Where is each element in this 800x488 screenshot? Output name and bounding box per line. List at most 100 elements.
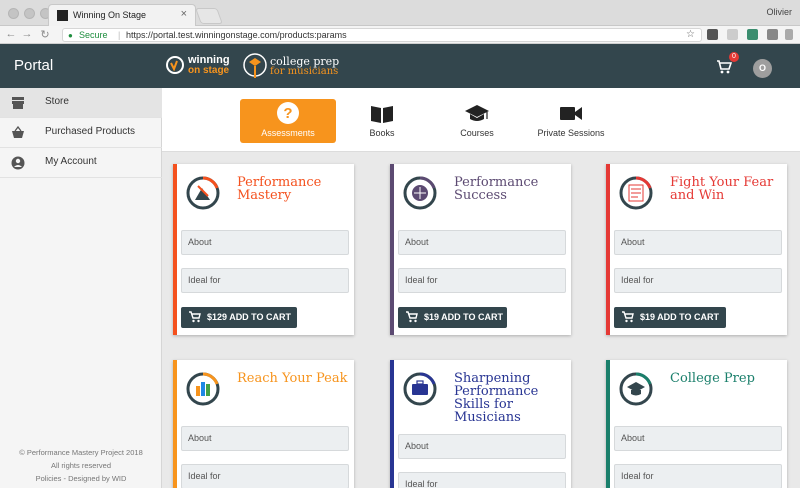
ideal-for-label: Ideal for bbox=[188, 275, 221, 285]
shopping-cart-icon[interactable] bbox=[716, 60, 732, 74]
close-window-button[interactable] bbox=[8, 8, 19, 19]
sharpening-skills-icon bbox=[403, 372, 437, 406]
ideal-for-label: Ideal for bbox=[621, 275, 654, 285]
add-to-cart-button[interactable]: $19 ADD TO CART bbox=[398, 307, 507, 328]
tab-close-icon[interactable]: × bbox=[181, 8, 187, 20]
logo-text-line2: on stage bbox=[188, 65, 230, 76]
browser-tab[interactable]: Winning On Stage × bbox=[48, 4, 196, 26]
address-bar[interactable]: ● Secure | https://portal.test.winningon… bbox=[62, 28, 702, 42]
ideal-for-section[interactable]: Ideal for bbox=[398, 472, 566, 488]
site-favicon-icon bbox=[57, 10, 68, 21]
basket-icon bbox=[12, 126, 24, 138]
college-prep-line2: for musicians bbox=[270, 66, 339, 77]
ideal-for-section[interactable]: Ideal for bbox=[614, 464, 782, 488]
sidebar-item-label: My Account bbox=[45, 156, 97, 167]
product-card-performance-success: Performance Success About Ideal for $19 … bbox=[390, 164, 571, 335]
product-card-fight-your-fear: Fight Your Fear and Win About Ideal for … bbox=[606, 164, 787, 335]
about-label: About bbox=[188, 237, 212, 247]
copyright-text: © Performance Mastery Project 2018 bbox=[19, 448, 143, 457]
graduation-cap-icon bbox=[465, 105, 489, 121]
category-private-sessions[interactable]: Private Sessions bbox=[523, 99, 619, 143]
ideal-for-label: Ideal for bbox=[621, 471, 654, 481]
card-accent-bar bbox=[390, 360, 394, 488]
about-label: About bbox=[621, 237, 645, 247]
forward-arrow-icon[interactable]: → bbox=[20, 28, 34, 40]
card-accent-bar bbox=[606, 360, 610, 488]
product-card-college-prep: College Prep About Ideal for bbox=[606, 360, 787, 488]
browser-tab-bar: Winning On Stage × Olivier bbox=[0, 0, 800, 26]
about-section[interactable]: About bbox=[614, 426, 782, 451]
category-assessments[interactable]: ? Assessments bbox=[240, 99, 336, 143]
about-label: About bbox=[405, 441, 429, 451]
browser-user-name[interactable]: Olivier bbox=[766, 7, 792, 17]
url-text: https://portal.test.winningonstage.com/p… bbox=[126, 30, 347, 40]
about-label: About bbox=[405, 237, 429, 247]
ideal-for-label: Ideal for bbox=[405, 479, 438, 488]
book-icon bbox=[371, 106, 393, 123]
about-section[interactable]: About bbox=[181, 230, 349, 255]
account-icon bbox=[11, 156, 25, 170]
product-title: Sharpening Performance Skills for Musici… bbox=[454, 371, 539, 425]
video-camera-icon bbox=[560, 107, 582, 120]
card-accent-bar bbox=[606, 164, 610, 335]
ideal-for-section[interactable]: Ideal for bbox=[181, 268, 349, 293]
reach-your-peak-icon bbox=[186, 372, 220, 406]
question-icon: ? bbox=[277, 102, 299, 124]
add-to-cart-label: $19 ADD TO CART bbox=[640, 312, 720, 322]
policies-link[interactable]: Policies - Designed by WID bbox=[0, 474, 162, 483]
product-card-sharpening-skills: Sharpening Performance Skills for Musici… bbox=[390, 360, 571, 488]
add-to-cart-button[interactable]: $19 ADD TO CART bbox=[614, 307, 726, 328]
menu-icon[interactable] bbox=[785, 29, 793, 40]
add-to-cart-button[interactable]: $129 ADD TO CART bbox=[181, 307, 297, 328]
back-arrow-icon[interactable]: ← bbox=[4, 28, 18, 40]
secure-label: Secure bbox=[79, 30, 108, 40]
about-section[interactable]: About bbox=[614, 230, 782, 255]
category-courses[interactable]: Courses bbox=[429, 99, 525, 143]
portal-title: Portal bbox=[14, 57, 54, 74]
product-title: Performance Mastery bbox=[237, 175, 322, 203]
extension-icon[interactable] bbox=[767, 29, 778, 40]
sidebar-item-store[interactable]: Store bbox=[0, 88, 162, 118]
svg-text:?: ? bbox=[283, 105, 292, 122]
card-accent-bar bbox=[173, 360, 177, 488]
product-card-reach-your-peak: Reach Your Peak About Ideal for bbox=[173, 360, 354, 488]
about-section[interactable]: About bbox=[398, 434, 566, 459]
cart-icon bbox=[406, 311, 418, 323]
store-icon bbox=[12, 97, 24, 109]
category-label: Assessments bbox=[261, 128, 315, 138]
sidebar-item-label: Purchased Products bbox=[45, 126, 136, 137]
bookmark-star-icon[interactable]: ☆ bbox=[686, 29, 695, 40]
lock-icon: ● bbox=[68, 31, 73, 40]
category-books[interactable]: Books bbox=[334, 99, 430, 143]
sidebar-item-label: Store bbox=[45, 96, 69, 107]
add-to-cart-label: $19 ADD TO CART bbox=[424, 312, 504, 322]
extension-icon[interactable] bbox=[727, 29, 738, 40]
ideal-for-section[interactable]: Ideal for bbox=[614, 268, 782, 293]
extension-icon[interactable] bbox=[747, 29, 758, 40]
app-header: Portal winning on stage college prep for… bbox=[0, 44, 800, 88]
product-title: Fight Your Fear and Win bbox=[670, 175, 774, 203]
about-label: About bbox=[621, 433, 645, 443]
cart-icon bbox=[189, 311, 201, 323]
cart-count-badge: 0 bbox=[729, 52, 739, 62]
reload-icon[interactable]: ↻ bbox=[38, 28, 52, 41]
category-label: Books bbox=[369, 128, 395, 138]
category-bar: ? Assessments Books Courses Private Sess… bbox=[162, 88, 800, 152]
sidebar-item-my-account[interactable]: My Account bbox=[0, 148, 162, 178]
product-title: Reach Your Peak bbox=[237, 371, 348, 386]
minimize-window-button[interactable] bbox=[24, 8, 35, 19]
about-label: About bbox=[188, 433, 212, 443]
sidebar-item-purchased-products[interactable]: Purchased Products bbox=[0, 118, 162, 148]
extension-icon[interactable] bbox=[707, 29, 718, 40]
card-accent-bar bbox=[390, 164, 394, 335]
new-tab-button[interactable] bbox=[195, 8, 223, 24]
ideal-for-section[interactable]: Ideal for bbox=[398, 268, 566, 293]
ideal-for-section[interactable]: Ideal for bbox=[181, 464, 349, 488]
about-section[interactable]: About bbox=[181, 426, 349, 451]
performance-mastery-icon bbox=[186, 176, 220, 210]
ideal-for-label: Ideal for bbox=[405, 275, 438, 285]
user-avatar[interactable]: O bbox=[753, 59, 772, 78]
about-section[interactable]: About bbox=[398, 230, 566, 255]
address-separator: | bbox=[118, 30, 121, 40]
category-label: Courses bbox=[460, 128, 494, 138]
